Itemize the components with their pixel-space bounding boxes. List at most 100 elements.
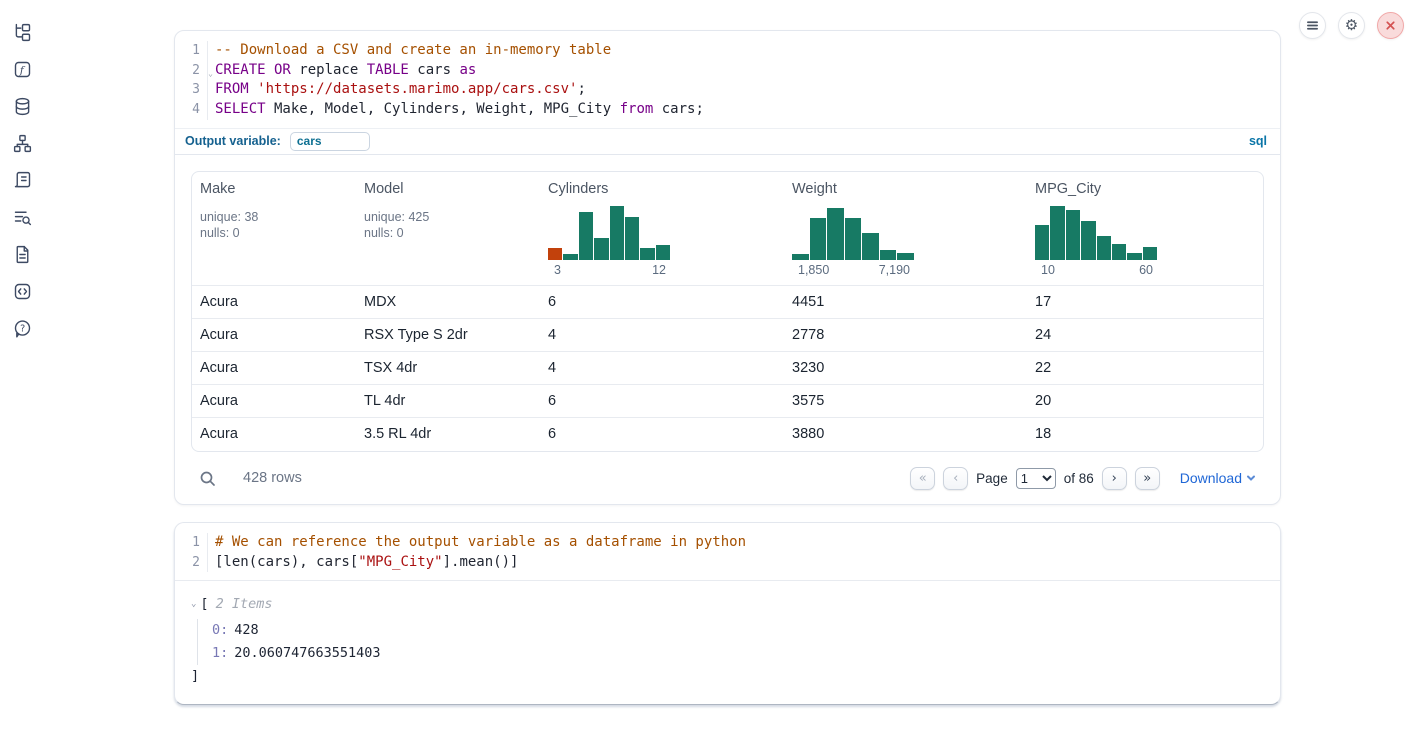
dependency-graph-icon[interactable] <box>12 133 33 154</box>
table-row[interactable]: AcuraTL 4dr6357520 <box>192 385 1263 418</box>
code-token: cars <box>409 62 460 78</box>
table-row[interactable]: Acura3.5 RL 4dr6388018 <box>192 418 1263 451</box>
code-token: FROM <box>215 81 249 97</box>
code-line[interactable]: 1# We can reference the output variable … <box>175 533 1280 553</box>
logs-icon[interactable] <box>12 207 33 228</box>
help-icon[interactable]: ? <box>12 318 33 339</box>
code-token: 'https://datasets.marimo.app/cars.csv' <box>257 81 577 97</box>
histogram-bar[interactable] <box>1066 210 1080 260</box>
snippets-icon[interactable] <box>12 281 33 302</box>
settings-icon[interactable]: ⚙ <box>1338 12 1365 39</box>
histogram-bar[interactable] <box>827 208 844 260</box>
data-table: Makeunique: 38nulls: 0Modelunique: 425nu… <box>191 171 1264 452</box>
previous-page-button[interactable]: ‹ <box>943 467 968 490</box>
table-cell: 3230 <box>784 360 1027 376</box>
table-cell: 22 <box>1027 360 1263 376</box>
table-row[interactable]: AcuraMDX6445117 <box>192 286 1263 319</box>
code-text: -- Download a CSV and create an in-memor… <box>207 41 611 61</box>
column-header[interactable]: Weight1,8507,190 <box>784 172 1027 285</box>
column-histogram[interactable]: 312 <box>548 206 670 277</box>
table-row[interactable]: AcuraTSX 4dr4323022 <box>192 352 1263 385</box>
histogram-bar[interactable] <box>1127 253 1141 260</box>
histogram-axis-labels: 312 <box>548 263 670 277</box>
column-histogram[interactable]: 1,8507,190 <box>792 206 914 277</box>
histogram-bar[interactable] <box>1081 221 1095 260</box>
download-button[interactable]: Download <box>1180 470 1256 486</box>
code-line[interactable]: 2[len(cars), cars["MPG_City"].mean()] <box>175 553 1280 573</box>
histogram-bar[interactable] <box>862 233 879 260</box>
histogram-bar[interactable] <box>1097 236 1111 260</box>
histogram-bar[interactable] <box>548 248 562 260</box>
page-select[interactable]: 1 <box>1016 468 1056 489</box>
column-header[interactable]: Cylinders312 <box>540 172 784 285</box>
column-header[interactable]: MPG_City1060 <box>1027 172 1263 285</box>
histogram-bar[interactable] <box>579 212 593 260</box>
sql-code-editor[interactable]: 1-- Download a CSV and create an in-memo… <box>175 31 1280 128</box>
shutdown-icon[interactable] <box>1377 12 1404 39</box>
histogram-bar[interactable] <box>1143 247 1157 260</box>
column-header[interactable]: Modelunique: 425nulls: 0 <box>356 172 540 285</box>
open-bracket: [ <box>200 596 208 612</box>
histogram-bar[interactable] <box>1112 244 1126 260</box>
histogram-bar[interactable] <box>1035 225 1049 260</box>
function-icon[interactable]: f <box>12 59 33 80</box>
last-page-button[interactable]: » <box>1135 467 1160 490</box>
sidebar-panel: f ? <box>0 0 44 729</box>
code-line[interactable]: 3FROM 'https://datasets.marimo.app/cars.… <box>175 80 1280 100</box>
code-line[interactable]: 1-- Download a CSV and create an in-memo… <box>175 41 1280 61</box>
table-cell: 3.5 RL 4dr <box>356 426 540 442</box>
row-count-label: 428 rows <box>243 470 302 486</box>
table-cell: MDX <box>356 294 540 310</box>
table-cell: 3880 <box>784 426 1027 442</box>
table-row[interactable]: AcuraRSX Type S 2dr4277824 <box>192 319 1263 352</box>
datasources-icon[interactable] <box>12 96 33 117</box>
table-header-row: Makeunique: 38nulls: 0Modelunique: 425nu… <box>192 172 1263 286</box>
search-icon[interactable] <box>199 470 216 487</box>
histogram-bar[interactable] <box>563 254 577 260</box>
table-cell: 17 <box>1027 294 1263 310</box>
column-histogram[interactable]: 1060 <box>1035 206 1157 277</box>
histogram-bar[interactable] <box>656 245 670 260</box>
scratchpad-icon[interactable] <box>12 170 33 191</box>
table-cell: 6 <box>540 294 784 310</box>
histogram-min-label: 10 <box>1041 263 1055 277</box>
fold-chevron-icon[interactable]: ⌄ <box>208 64 213 84</box>
histogram-axis-labels: 1,8507,190 <box>792 263 914 277</box>
table-cell: Acura <box>192 426 356 442</box>
code-line[interactable]: 2⌄CREATE OR replace TABLE cars as <box>175 61 1280 81</box>
histogram-bar[interactable] <box>610 206 624 260</box>
histogram-bar[interactable] <box>810 218 827 260</box>
output-tree-entry: 0:428 <box>212 619 1264 642</box>
histogram-min-label: 3 <box>554 263 561 277</box>
python-code-editor[interactable]: 1# We can reference the output variable … <box>175 523 1280 581</box>
column-stats: unique: 425nulls: 0 <box>364 209 532 242</box>
menu-icon[interactable] <box>1299 12 1326 39</box>
histogram-bar[interactable] <box>625 217 639 260</box>
histogram-bars <box>792 206 914 260</box>
sql-cell-output: Makeunique: 38nulls: 0Modelunique: 425nu… <box>175 155 1280 504</box>
histogram-min-label: 1,850 <box>798 263 829 277</box>
code-token: "MPG_City" <box>358 554 442 570</box>
table-footer: 428 rows « ‹ Page 1 of 86 › » Download <box>191 452 1264 504</box>
column-header[interactable]: Makeunique: 38nulls: 0 <box>192 172 356 285</box>
histogram-bar[interactable] <box>1050 206 1064 260</box>
table-cell: Acura <box>192 393 356 409</box>
code-token: replace <box>291 62 367 78</box>
histogram-bar[interactable] <box>792 254 809 260</box>
histogram-bar[interactable] <box>845 218 862 260</box>
entry-value: 20.060747663551403 <box>234 645 380 661</box>
histogram-bar[interactable] <box>880 250 897 260</box>
next-page-button[interactable]: › <box>1102 467 1127 490</box>
file-explorer-icon[interactable] <box>12 22 33 43</box>
code-token: TABLE <box>367 62 409 78</box>
code-line[interactable]: 4SELECT Make, Model, Cylinders, Weight, … <box>175 100 1280 120</box>
collapse-chevron-icon[interactable]: ⌄ <box>191 599 196 609</box>
output-variable-input[interactable] <box>290 132 370 151</box>
column-stat-line: nulls: 0 <box>364 225 532 242</box>
histogram-bar[interactable] <box>640 248 654 260</box>
documentation-icon[interactable] <box>12 244 33 265</box>
language-badge[interactable]: sql <box>1249 134 1267 148</box>
histogram-bar[interactable] <box>594 238 608 260</box>
first-page-button[interactable]: « <box>910 467 935 490</box>
histogram-bar[interactable] <box>897 253 914 260</box>
